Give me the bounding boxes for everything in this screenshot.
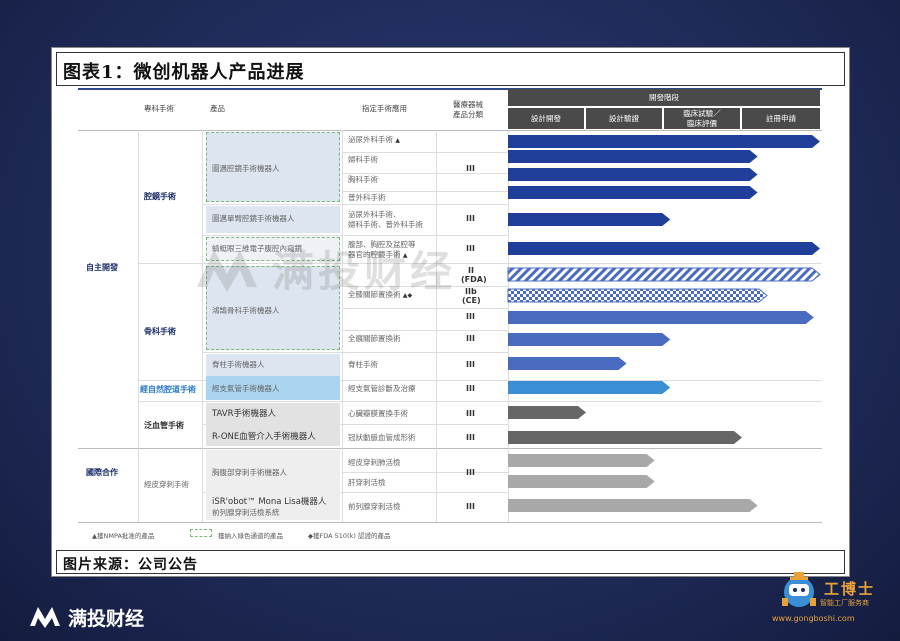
progress-bar (508, 499, 758, 512)
progress-bar (508, 186, 758, 199)
progress-bar (508, 406, 586, 419)
figure-card: 图表1：微创机器人产品进展 專科手術 產品 指定手術應用 醫療器械 產品分類 開… (51, 47, 850, 577)
source-text: 图片来源：公司公告 (63, 557, 198, 573)
legend-green-box (190, 529, 212, 537)
progress-bar (508, 475, 655, 488)
progress-bar (508, 431, 742, 444)
brand-logo-icon (30, 607, 60, 628)
progress-bar (508, 381, 671, 394)
progress-bar (508, 242, 820, 255)
robot-mascot-icon (782, 572, 816, 607)
progress-bar (508, 357, 627, 370)
progress-bar (508, 150, 758, 163)
gongboshi-url: www.gongboshi.com (772, 614, 855, 623)
progress-bar (508, 168, 758, 181)
watermark-logo-icon (197, 250, 257, 292)
progress-bar (507, 267, 821, 282)
gongboshi-sub: 智能工厂服务商 (820, 599, 869, 607)
progress-bar (508, 213, 671, 226)
footer-brand-text: 满投财经 (68, 608, 145, 630)
pipeline-table: 專科手術 產品 指定手術應用 醫療器械 產品分類 開發階段 設計開發 設計驗證 … (52, 48, 851, 578)
legend-nmpa: ▲獲NMPA批准的產品 (92, 532, 155, 540)
progress-bar (508, 333, 671, 346)
gongboshi-name: 工博士 (824, 580, 876, 598)
progress-bar (508, 311, 814, 324)
watermark: 满投财经 (197, 238, 457, 299)
legend-fda: ◆獲FDA 510(k) 認證的產品 (308, 532, 391, 540)
watermark-text: 满投财经 (272, 247, 457, 296)
progress-bar (508, 135, 820, 148)
legend-green-channel: 獲納入綠色通道的產品 (218, 532, 283, 540)
progress-bar (508, 454, 655, 467)
source-box: 图片来源：公司公告 (56, 550, 845, 574)
progress-bar (507, 288, 768, 303)
